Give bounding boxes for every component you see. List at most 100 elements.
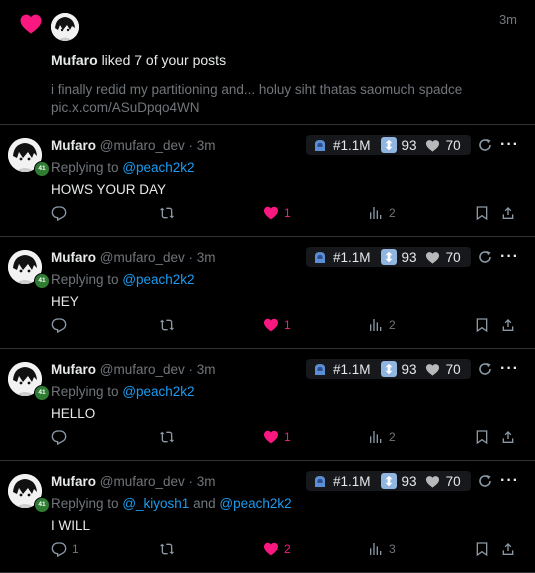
more-icon[interactable]: ··· bbox=[500, 472, 519, 490]
heart-count: 70 bbox=[445, 137, 461, 153]
post[interactable]: 41 Mufaro @mufaro_dev · 3m Replying to @… bbox=[0, 349, 535, 461]
reply-button[interactable]: 1 bbox=[51, 541, 79, 557]
repost-button[interactable] bbox=[159, 317, 180, 333]
refresh-icon[interactable] bbox=[477, 361, 493, 377]
more-icon[interactable]: ··· bbox=[500, 360, 519, 378]
author-name[interactable]: Mufaro bbox=[51, 362, 96, 377]
author-handle[interactable]: @mufaro_dev bbox=[100, 250, 185, 265]
snippet-link[interactable]: pic.x.com/ASuDpqo4WN bbox=[51, 99, 511, 117]
meta-separator: · bbox=[188, 138, 194, 153]
refresh-icon[interactable] bbox=[477, 249, 493, 265]
like-button[interactable]: 1 bbox=[263, 205, 291, 221]
boost-count: 93 bbox=[401, 249, 417, 265]
author-name[interactable]: Mufaro bbox=[51, 138, 96, 153]
actor-name[interactable]: Mufaro bbox=[51, 52, 98, 68]
more-icon[interactable]: ··· bbox=[500, 136, 519, 154]
author-handle[interactable]: @mufaro_dev bbox=[100, 474, 185, 489]
replying-label: Replying to bbox=[51, 160, 119, 175]
mention-link[interactable]: @_kiyosh1 bbox=[122, 496, 189, 511]
like-count: 1 bbox=[284, 318, 291, 332]
mention-link[interactable]: @peach2k2 bbox=[122, 272, 194, 287]
views-button[interactable]: 3 bbox=[368, 541, 396, 557]
post-text: I WILL bbox=[51, 518, 91, 533]
author-handle[interactable]: @mufaro_dev bbox=[100, 362, 185, 377]
post-time[interactable]: 3m bbox=[197, 474, 216, 489]
share-button[interactable] bbox=[500, 429, 516, 445]
mention-joiner: and bbox=[193, 496, 216, 511]
like-count: 2 bbox=[284, 542, 291, 556]
like-heart-icon bbox=[264, 318, 278, 332]
author-name[interactable]: Mufaro bbox=[51, 474, 96, 489]
bookmark-icon bbox=[476, 318, 488, 333]
share-button[interactable] bbox=[500, 541, 516, 557]
boost-count: 93 bbox=[401, 137, 417, 153]
bookmark-button[interactable] bbox=[474, 317, 490, 333]
snippet-line: i finally redid my partitioning and... h… bbox=[51, 82, 463, 97]
bookmark-button[interactable] bbox=[474, 429, 490, 445]
bookmark-button[interactable] bbox=[474, 205, 490, 221]
reply-icon bbox=[51, 542, 67, 557]
bookmark-icon bbox=[476, 206, 488, 221]
view-count: 2 bbox=[389, 318, 396, 332]
view-count: 3 bbox=[389, 542, 396, 556]
bookmark-button[interactable] bbox=[474, 541, 490, 557]
replying-to: Replying to @peach2k2 bbox=[51, 272, 195, 287]
bookmark-icon bbox=[476, 430, 488, 445]
repost-button[interactable] bbox=[159, 541, 180, 557]
post[interactable]: 41 Mufaro @mufaro_dev · 3m Replying to @… bbox=[0, 125, 535, 237]
reply-count: 1 bbox=[72, 542, 79, 556]
views-icon bbox=[370, 543, 382, 555]
heart-count: 70 bbox=[445, 249, 461, 265]
post[interactable]: 41 Mufaro @mufaro_dev · 3m Replying to @… bbox=[0, 461, 535, 573]
mention-link[interactable]: @peach2k2 bbox=[122, 160, 194, 175]
mention-link[interactable]: @peach2k2 bbox=[122, 384, 194, 399]
repost-icon bbox=[160, 543, 174, 555]
post-text: HELLO bbox=[51, 406, 96, 421]
more-icon[interactable]: ··· bbox=[500, 248, 519, 266]
share-icon bbox=[502, 319, 514, 331]
like-button[interactable]: 1 bbox=[263, 317, 291, 333]
reply-button[interactable] bbox=[51, 205, 72, 221]
views-button[interactable]: 2 bbox=[368, 429, 396, 445]
post-time[interactable]: 3m bbox=[197, 138, 216, 153]
heart-count: 70 bbox=[445, 473, 461, 489]
boost-count: 93 bbox=[401, 473, 417, 489]
reply-icon bbox=[51, 206, 67, 221]
like-button[interactable]: 1 bbox=[263, 429, 291, 445]
like-count: 1 bbox=[284, 206, 291, 220]
reply-button[interactable] bbox=[51, 317, 72, 333]
share-button[interactable] bbox=[500, 205, 516, 221]
reply-button[interactable] bbox=[51, 429, 72, 445]
refresh-icon[interactable] bbox=[477, 473, 493, 489]
views-button[interactable]: 2 bbox=[368, 317, 396, 333]
replying-label: Replying to bbox=[51, 496, 119, 511]
share-icon bbox=[502, 543, 514, 555]
up-down-arrow-icon bbox=[380, 473, 397, 489]
up-down-arrow-icon bbox=[380, 361, 397, 377]
post-time[interactable]: 3m bbox=[197, 250, 216, 265]
mention-link[interactable]: @peach2k2 bbox=[219, 496, 291, 511]
views-button[interactable]: 2 bbox=[368, 205, 396, 221]
refresh-icon[interactable] bbox=[477, 137, 493, 153]
repost-button[interactable] bbox=[159, 205, 180, 221]
repost-icon bbox=[160, 431, 174, 443]
grey-heart-icon bbox=[425, 361, 441, 377]
like-notification[interactable]: 3m Mufaro liked 7 of your posts i finall… bbox=[0, 0, 535, 125]
level-badge: 41 bbox=[34, 385, 50, 401]
heart-icon bbox=[20, 14, 42, 34]
share-button[interactable] bbox=[500, 317, 516, 333]
avatar[interactable] bbox=[51, 13, 79, 41]
post[interactable]: 41 Mufaro @mufaro_dev · 3m Replying to @… bbox=[0, 237, 535, 349]
author-name[interactable]: Mufaro bbox=[51, 250, 96, 265]
repost-button[interactable] bbox=[159, 429, 180, 445]
rank-value: #1.1M bbox=[333, 137, 371, 153]
like-button[interactable]: 2 bbox=[263, 541, 291, 557]
replying-to: Replying to @peach2k2 bbox=[51, 384, 195, 399]
author-handle[interactable]: @mufaro_dev bbox=[100, 138, 185, 153]
post-list: 41 Mufaro @mufaro_dev · 3m Replying to @… bbox=[0, 125, 535, 573]
meta-separator: · bbox=[188, 474, 194, 489]
meta-separator: · bbox=[188, 362, 194, 377]
post-time[interactable]: 3m bbox=[197, 362, 216, 377]
rank-value: #1.1M bbox=[333, 473, 371, 489]
reply-icon bbox=[51, 318, 67, 333]
